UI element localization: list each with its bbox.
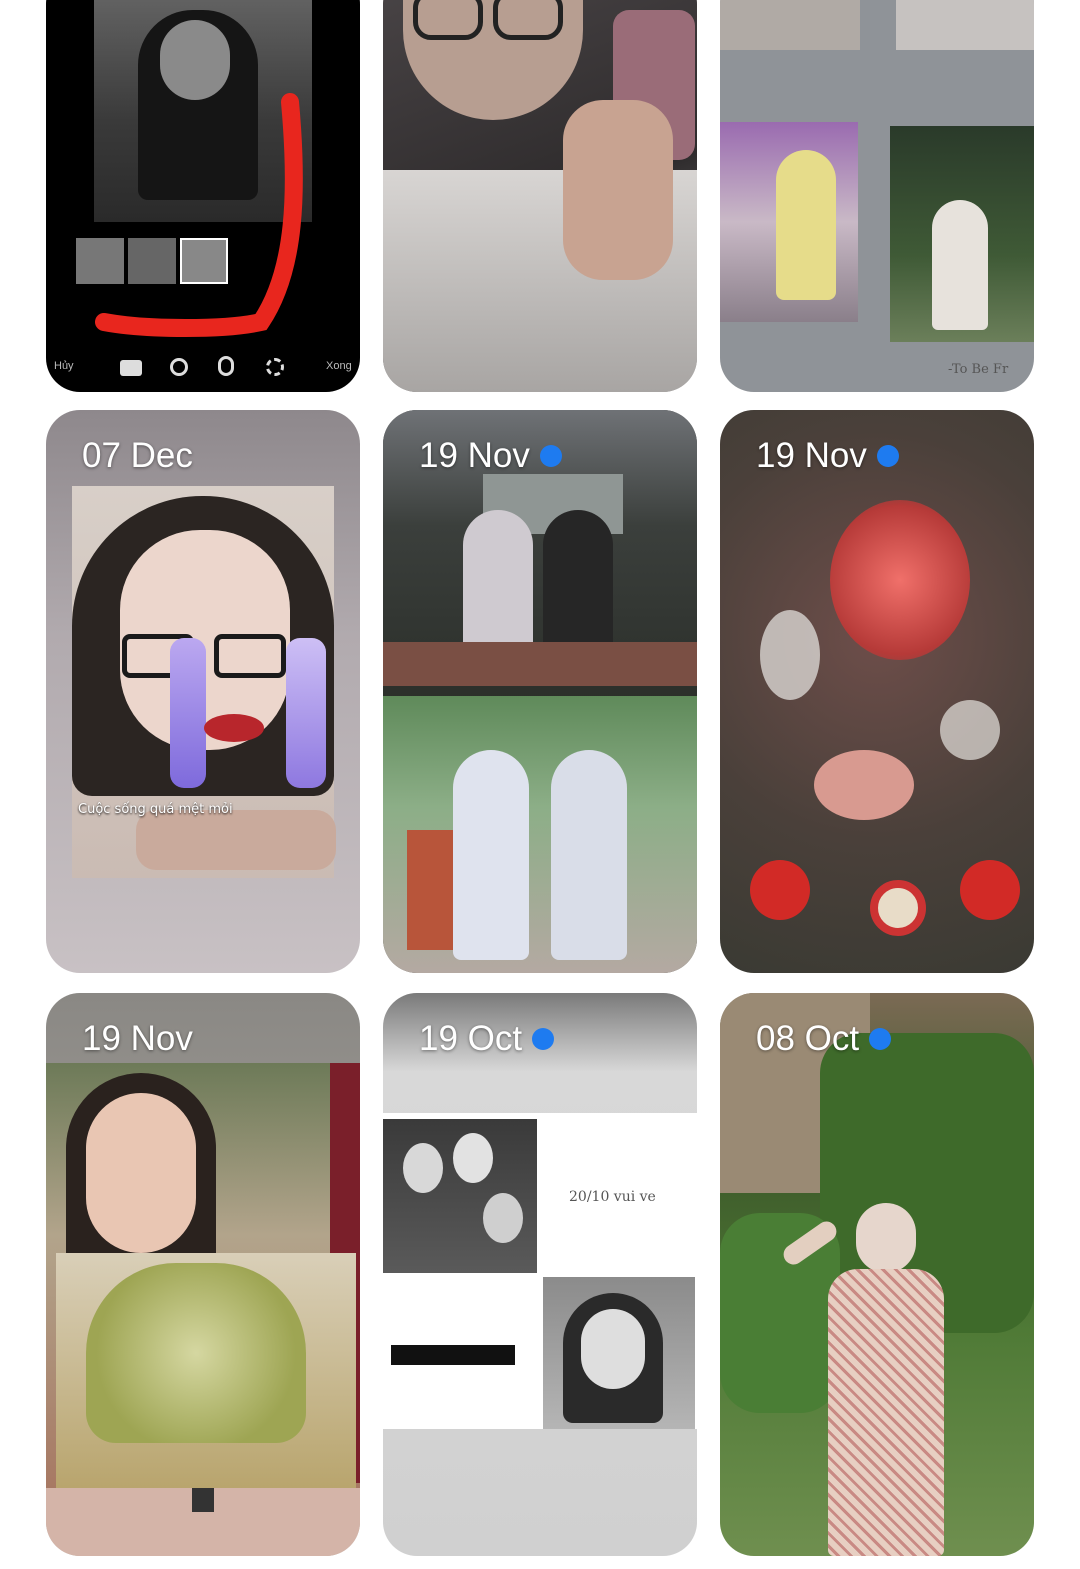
story-card[interactable]: 08 Oct <box>720 993 1034 1556</box>
cancel-label[interactable]: Hủy <box>54 360 74 372</box>
story-card[interactable]: Hủy Xong <box>46 0 360 392</box>
story-card[interactable]: -To Be Fr <box>720 0 1034 392</box>
brightness-icon[interactable] <box>170 358 188 376</box>
story-date: 19 Oct <box>419 1019 555 1059</box>
story-card[interactable]: 19 Nov <box>383 410 697 973</box>
story-card[interactable] <box>383 0 697 392</box>
story-date: 19 Nov <box>82 1019 193 1058</box>
unread-dot <box>869 1028 892 1050</box>
story-date: 19 Nov <box>756 436 899 476</box>
red-highlight-stroke <box>95 93 303 337</box>
story-card[interactable]: 20/10 vui ve 19 Oct <box>383 993 697 1556</box>
unread-dot <box>539 445 562 467</box>
video-icon[interactable] <box>120 360 142 376</box>
story-caption: 20/10 vui ve <box>569 1189 656 1205</box>
story-caption: Cuộc sống quá mệt mỏi <box>78 802 233 817</box>
filter-icon[interactable] <box>218 356 234 376</box>
story-date: 07 Dec <box>82 436 193 475</box>
unread-dot <box>532 1028 555 1050</box>
story-card[interactable]: Cuộc sống quá mệt mỏi 07 Dec <box>46 410 360 973</box>
story-date: 08 Oct <box>756 1019 892 1059</box>
done-label[interactable]: Xong <box>326 360 352 372</box>
adjust-icon[interactable] <box>266 358 284 376</box>
story-card[interactable]: 19 Nov <box>720 410 1034 973</box>
story-caption: -To Be Fr <box>948 362 1009 377</box>
story-date: 19 Nov <box>419 436 562 476</box>
unread-dot <box>876 445 899 467</box>
story-archive-grid: Hủy Xong -To Be Fr Cuộc sống quá mệt mỏi… <box>0 0 1080 1569</box>
story-card[interactable]: 19 Nov <box>46 993 360 1556</box>
